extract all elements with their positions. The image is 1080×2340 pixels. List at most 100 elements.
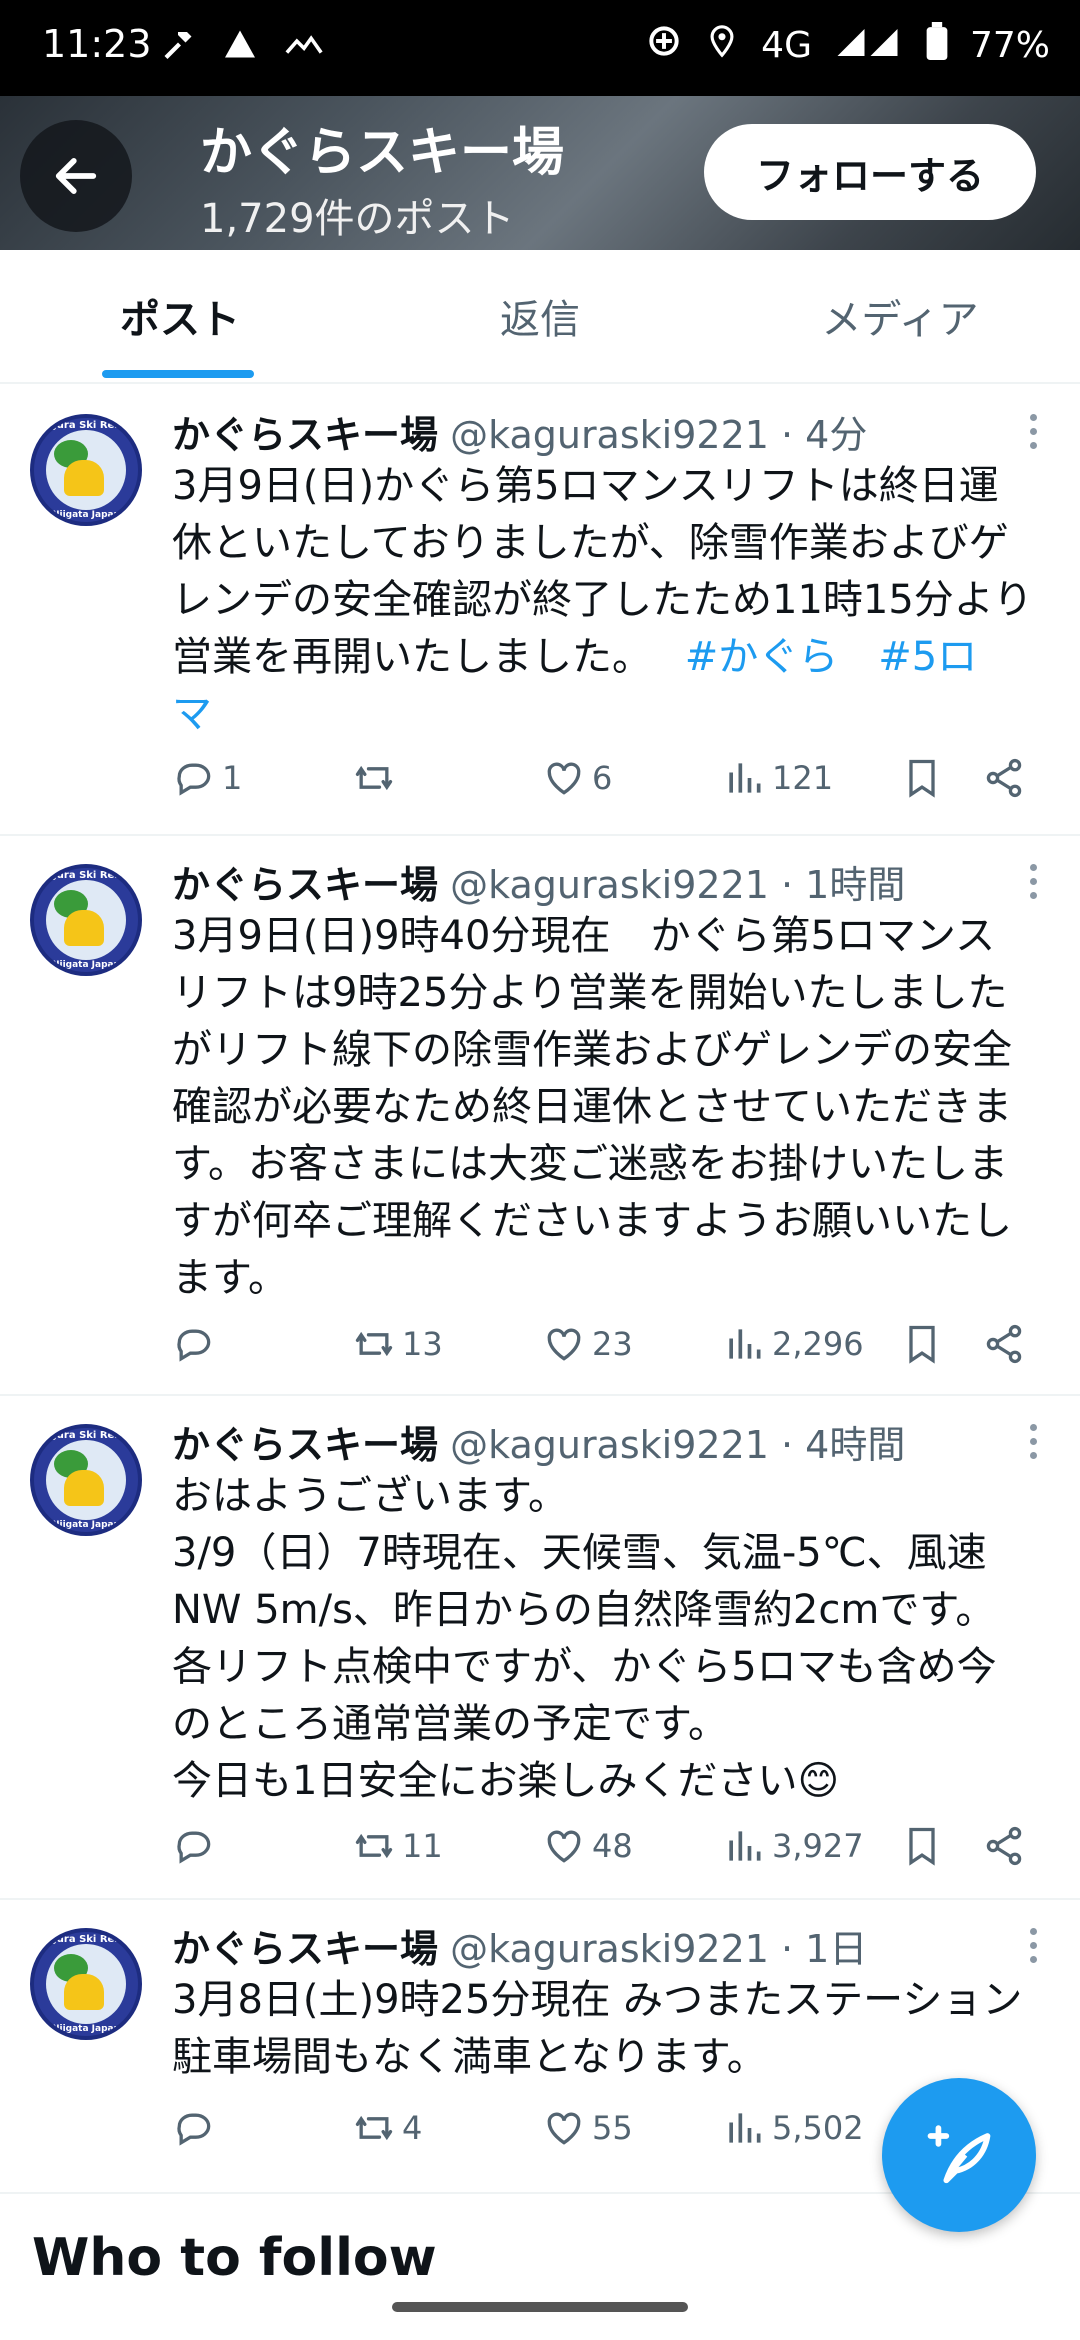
hashtag-link[interactable]: #かぐら — [685, 634, 839, 680]
avatar[interactable]: Kagura Ski Resort Niigata Japan — [30, 1928, 142, 2040]
heart-icon — [547, 1328, 581, 1361]
views-button[interactable]: 5,502 — [722, 2098, 864, 2158]
repost-count: 13 — [402, 1325, 443, 1363]
avatar[interactable]: Kagura Ski Resort Niigata Japan — [30, 864, 142, 976]
share-button[interactable] — [982, 748, 1026, 808]
compose-post-button[interactable] — [882, 2078, 1036, 2232]
view-count: 5,502 — [772, 2109, 864, 2147]
bookmark-icon — [909, 759, 935, 798]
reply-icon — [177, 1831, 211, 1864]
share-button[interactable] — [982, 1816, 1026, 1876]
like-count: 23 — [592, 1325, 633, 1363]
post-header: かぐらスキー場 @kaguraski9221 · 1日 — [172, 1927, 868, 1971]
heart-icon — [547, 1830, 581, 1863]
tab-media[interactable]: メディア — [720, 250, 1080, 382]
author-name[interactable]: かぐらスキー場 — [172, 1927, 438, 1971]
like-button[interactable]: 55 — [542, 2098, 633, 2158]
post-text: 3月9日(日)かぐら第5ロマンスリフトは終日運 休といたしておりましたが、除雪作… — [172, 463, 1033, 737]
hammer-icon — [160, 26, 196, 71]
views-icon — [729, 1329, 761, 1359]
author-name[interactable]: かぐらスキー場 — [172, 863, 438, 907]
post-actions: 11 48 3,927 — [172, 1816, 1052, 1876]
author-name[interactable]: かぐらスキー場 — [172, 1423, 438, 1467]
heart-icon — [547, 762, 581, 795]
author-handle[interactable]: @kaguraski9221 — [450, 863, 769, 907]
share-icon — [986, 1826, 1022, 1866]
author-name[interactable]: かぐらスキー場 — [172, 413, 438, 457]
repost-icon — [355, 2115, 393, 2141]
repost-button[interactable]: 11 — [352, 1816, 443, 1876]
cell-signal-icon — [834, 23, 904, 68]
battery-icon — [926, 22, 948, 69]
reply-icon — [177, 763, 211, 796]
reply-button[interactable] — [172, 2098, 222, 2158]
view-count: 121 — [772, 759, 834, 797]
post-time: 1時間 — [805, 863, 906, 907]
views-button[interactable]: 3,927 — [722, 1816, 864, 1876]
status-bar: 11:23 4G 77% — [0, 0, 1080, 96]
target-icon — [645, 22, 683, 69]
bookmark-button[interactable] — [900, 1314, 944, 1374]
avatar[interactable]: Kagura Ski Resort Niigata Japan — [30, 1424, 142, 1536]
repost-count: 4 — [402, 2109, 423, 2147]
views-button[interactable]: 121 — [722, 748, 833, 808]
share-icon — [986, 758, 1022, 798]
repost-count: 11 — [402, 1827, 443, 1865]
avatar[interactable]: Kagura Ski Resort Niigata Japan — [30, 414, 142, 526]
like-button[interactable]: 23 — [542, 1314, 633, 1374]
post-item[interactable]: Kagura Ski Resort Niigata Japan かぐらスキー場 … — [0, 836, 1080, 1396]
who-to-follow-heading: Who to follow — [32, 2228, 437, 2288]
bookmark-button[interactable] — [900, 1816, 944, 1876]
views-button[interactable]: 2,296 — [722, 1314, 864, 1374]
author-handle[interactable]: @kaguraski9221 — [450, 1423, 769, 1467]
gesture-nav-bar[interactable] — [392, 2302, 688, 2312]
post-item[interactable]: Kagura Ski Resort Niigata Japan かぐらスキー場 … — [0, 386, 1080, 836]
bookmark-button[interactable] — [900, 748, 944, 808]
reply-count: 1 — [222, 759, 243, 797]
views-icon — [729, 2113, 761, 2143]
heart-icon — [547, 2112, 581, 2145]
post-time: 1日 — [805, 1927, 868, 1971]
author-handle[interactable]: @kaguraski9221 — [450, 1927, 769, 1971]
signal-icon — [284, 26, 324, 71]
arrow-left-icon — [55, 158, 97, 194]
network-label: 4G — [761, 25, 812, 66]
share-icon — [986, 1324, 1022, 1364]
like-count: 48 — [592, 1827, 633, 1865]
profile-tabs: ポスト 返信 メディア — [0, 250, 1080, 384]
tab-replies[interactable]: 返信 — [360, 250, 720, 382]
repost-icon — [355, 1833, 393, 1859]
more-options-icon[interactable] — [1030, 1424, 1040, 1466]
bookmark-icon — [909, 1827, 935, 1866]
like-button[interactable]: 48 — [542, 1816, 633, 1876]
repost-button[interactable]: 4 — [352, 2098, 422, 2158]
reply-button[interactable] — [172, 1314, 222, 1374]
repost-button[interactable]: 13 — [352, 1314, 443, 1374]
profile-header: かぐらスキー場 1,729件のポスト フォローする — [0, 96, 1080, 250]
reply-button[interactable] — [172, 1816, 222, 1876]
repost-icon — [355, 1331, 393, 1357]
more-options-icon[interactable] — [1030, 864, 1040, 906]
post-item[interactable]: Kagura Ski Resort Niigata Japan かぐらスキー場 … — [0, 1396, 1080, 1900]
author-handle[interactable]: @kaguraski9221 — [450, 413, 769, 457]
tab-posts[interactable]: ポスト — [0, 250, 360, 382]
view-count: 2,296 — [772, 1325, 864, 1363]
reply-button[interactable]: 1 — [172, 748, 242, 808]
more-options-icon[interactable] — [1030, 1928, 1040, 1970]
location-icon — [705, 22, 739, 69]
follow-button[interactable]: フォローする — [704, 124, 1036, 220]
post-text: 3月8日(土)9時25分現在 みつまたステーション 駐車場間もなく満車となります… — [172, 1977, 1023, 2080]
more-options-icon[interactable] — [1030, 414, 1040, 456]
post-text: 3月9日(日)9時40分現在 かぐら第5ロマンス リフトは9時25分より営業を開… — [172, 913, 1012, 1301]
warning-icon — [222, 26, 258, 71]
share-button[interactable] — [982, 1314, 1026, 1374]
post-actions: 1 6 121 — [172, 748, 1052, 808]
like-button[interactable]: 6 — [542, 748, 612, 808]
back-button[interactable] — [20, 120, 132, 232]
post-time: 4時間 — [805, 1423, 906, 1467]
post-header: かぐらスキー場 @kaguraski9221 · 4時間 — [172, 1423, 906, 1467]
post-count: 1,729件のポスト — [200, 196, 515, 242]
repost-button[interactable] — [352, 748, 402, 808]
post-header: かぐらスキー場 @kaguraski9221 · 4分 — [172, 413, 868, 457]
like-count: 6 — [592, 759, 613, 797]
